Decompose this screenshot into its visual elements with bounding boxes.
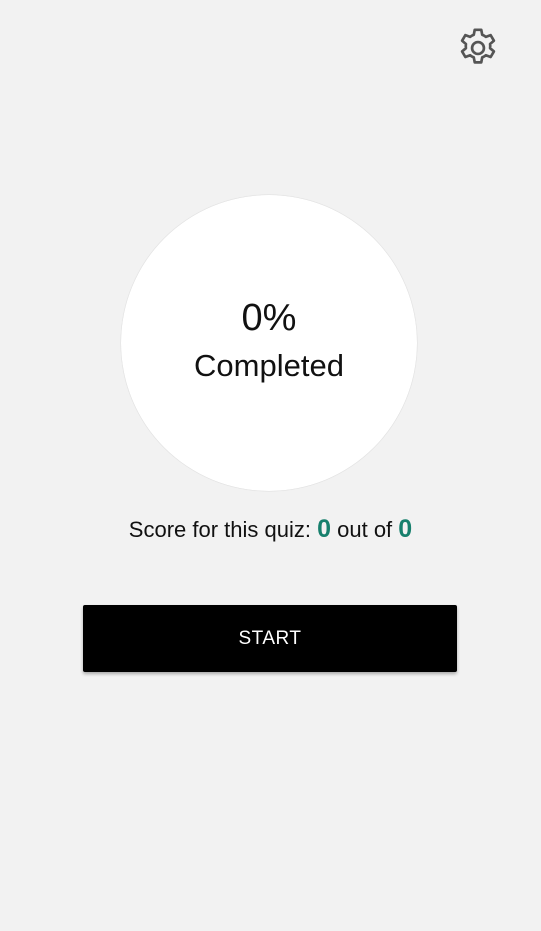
score-middle: out of	[331, 517, 399, 542]
progress-circle: 0% Completed	[121, 195, 417, 491]
score-value: 0	[317, 515, 332, 543]
score-total: 0	[398, 515, 413, 543]
score-line: Score for this quiz: 0 out of 0	[0, 512, 541, 547]
progress-label: Completed	[194, 348, 344, 383]
progress-percent: 0%	[241, 297, 297, 339]
gear-icon	[460, 28, 496, 64]
score-prefix: Score for this quiz:	[128, 517, 318, 542]
start-button[interactable]: START	[83, 605, 457, 672]
settings-button[interactable]	[452, 22, 504, 74]
